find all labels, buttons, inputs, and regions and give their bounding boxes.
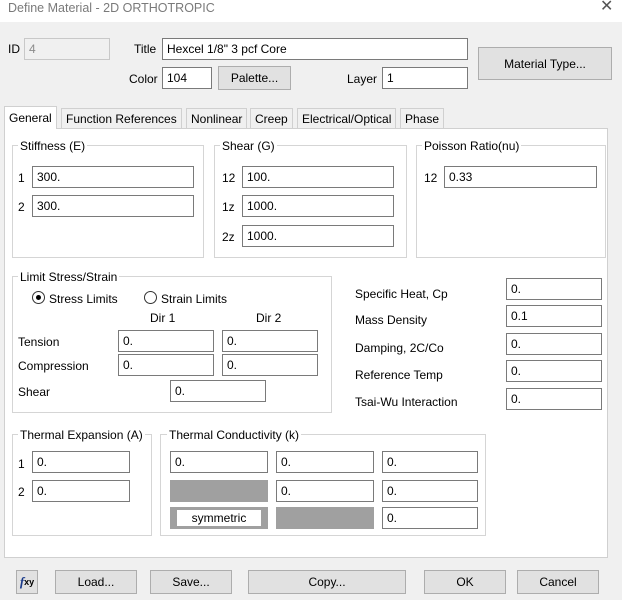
shear-label: Shear (G): [220, 139, 277, 153]
compression-label: Compression: [18, 359, 89, 373]
id-label: ID: [8, 42, 20, 56]
thermal-expansion-a1-field[interactable]: 0.: [32, 451, 130, 473]
shear-index-12: 12: [222, 171, 236, 185]
material-type-button[interactable]: Material Type...: [478, 47, 612, 80]
stress-limits-label[interactable]: Stress Limits: [49, 292, 118, 306]
stiffness-label: Stiffness (E): [18, 139, 88, 153]
tab-nonlinear[interactable]: Nonlinear: [186, 108, 248, 128]
thermal-expansion-index-1: 1: [18, 457, 25, 471]
damping-field[interactable]: 0.: [506, 333, 602, 355]
shear-g2z-field[interactable]: 1000.: [242, 225, 394, 247]
specific-heat-label: Specific Heat, Cp: [355, 287, 448, 301]
poisson-group: [416, 145, 606, 258]
tab-function-references[interactable]: Function References: [61, 108, 182, 128]
palette-button[interactable]: Palette...: [218, 66, 291, 90]
tension-label: Tension: [18, 335, 60, 349]
shear-g1z-field[interactable]: 1000.: [242, 195, 394, 217]
tension-dir2-field[interactable]: 0.: [222, 330, 318, 352]
compression-dir1-field[interactable]: 0.: [118, 354, 214, 376]
poisson-index-12: 12: [424, 171, 438, 185]
shear-index-1z: 1z: [222, 200, 235, 214]
strain-limits-label[interactable]: Strain Limits: [161, 292, 227, 306]
thermal-expansion-label: Thermal Expansion (A): [18, 428, 145, 442]
limit-stress-strain-label: Limit Stress/Strain: [18, 270, 120, 284]
stress-limits-radio[interactable]: [32, 291, 45, 304]
thermal-conductivity-label: Thermal Conductivity (k): [167, 428, 302, 442]
reference-temp-label: Reference Temp: [355, 368, 443, 382]
strain-limits-radio[interactable]: [144, 291, 157, 304]
stiffness-e1-field[interactable]: 300.: [32, 166, 194, 188]
poisson-label: Poisson Ratio(nu): [422, 139, 522, 153]
stiffness-index-1: 1: [18, 171, 25, 185]
tsai-wu-field[interactable]: 0.: [506, 388, 602, 410]
close-icon[interactable]: ✕: [600, 0, 613, 15]
stiffness-e2-field[interactable]: 300.: [32, 195, 194, 217]
title-field[interactable]: Hexcel 1/8" 3 pcf Core: [162, 38, 468, 60]
thermal-expansion-a2-field[interactable]: 0.: [32, 480, 130, 502]
shear-limit-label: Shear: [18, 385, 51, 399]
poisson-nu12-field[interactable]: 0.33: [444, 166, 597, 188]
cancel-button[interactable]: Cancel: [517, 570, 599, 594]
conductivity-k22-field[interactable]: 0.: [276, 480, 374, 502]
shear-g12-field[interactable]: 100.: [242, 166, 394, 188]
ok-button[interactable]: OK: [424, 570, 506, 594]
thermal-expansion-index-2: 2: [18, 485, 25, 499]
save-button[interactable]: Save...: [150, 570, 232, 594]
fxy-sub: xy: [24, 576, 35, 587]
fxy-icon[interactable]: f xy: [16, 570, 38, 594]
layer-field[interactable]: 1: [382, 67, 468, 89]
window-title: Define Material - 2D ORTHOTROPIC: [8, 1, 215, 15]
conductivity-k33-field[interactable]: 0.: [382, 507, 478, 529]
tab-phase[interactable]: Phase: [400, 108, 445, 128]
color-field[interactable]: 104: [162, 67, 212, 89]
dir2-header: Dir 2: [256, 311, 282, 325]
tension-dir1-field[interactable]: 0.: [118, 330, 214, 352]
color-label: Color: [129, 72, 158, 86]
shear-limit-field[interactable]: 0.: [170, 380, 266, 402]
mass-density-label: Mass Density: [355, 313, 428, 327]
stiffness-index-2: 2: [18, 200, 25, 214]
mass-density-field[interactable]: 0.1: [506, 305, 602, 327]
tab-general[interactable]: General: [4, 106, 57, 129]
compression-dir2-field[interactable]: 0.: [222, 354, 318, 376]
id-field: 4: [24, 38, 110, 60]
shear-index-2z: 2z: [222, 230, 235, 244]
conductivity-k23-field[interactable]: 0.: [382, 480, 478, 502]
conductivity-k11-field[interactable]: 0.: [170, 451, 268, 473]
conductivity-k21-disabled: [170, 480, 268, 502]
load-button[interactable]: Load...: [55, 570, 137, 594]
conductivity-k12-field[interactable]: 0.: [276, 451, 374, 473]
reference-temp-field[interactable]: 0.: [506, 360, 602, 382]
tsai-wu-label: Tsai-Wu Interaction: [355, 395, 458, 409]
specific-heat-field[interactable]: 0.: [506, 278, 602, 300]
copy-button[interactable]: Copy...: [248, 570, 406, 594]
title-label: Title: [134, 42, 157, 56]
damping-label: Damping, 2C/Co: [355, 341, 444, 355]
conductivity-k32-disabled: [276, 507, 374, 529]
tab-creep[interactable]: Creep: [250, 108, 293, 128]
tab-electrical-optical[interactable]: Electrical/Optical: [297, 108, 397, 128]
conductivity-k13-field[interactable]: 0.: [382, 451, 478, 473]
dir1-header: Dir 1: [150, 311, 176, 325]
symmetric-label: symmetric: [177, 510, 261, 526]
layer-label: Layer: [347, 72, 378, 86]
